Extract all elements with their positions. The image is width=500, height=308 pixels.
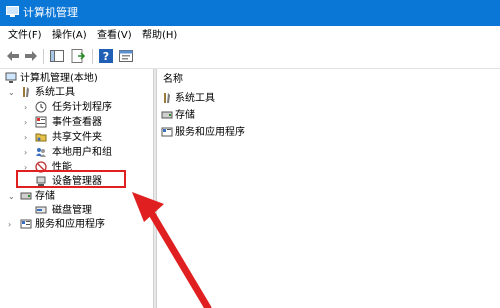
export-list-icon[interactable] <box>70 48 86 64</box>
tree-label: 本地用户和组 <box>52 147 112 158</box>
menu-help[interactable]: 帮助(H) <box>142 29 177 42</box>
list-item-label: 系统工具 <box>175 93 215 104</box>
column-header-name[interactable]: 名称 <box>163 73 183 87</box>
expand-chevron-icon[interactable]: › <box>24 145 32 160</box>
tree-label: 共享文件夹 <box>52 132 102 143</box>
computer-management-icon <box>5 72 17 83</box>
services-icon <box>161 127 173 137</box>
window-title: 计算机管理 <box>23 6 78 19</box>
menu-bar: 文件(F) 操作(A) 查看(V) 帮助(H) <box>0 26 500 45</box>
disk-management-icon <box>35 206 47 214</box>
tools-icon <box>164 93 170 103</box>
menu-view[interactable]: 查看(V) <box>97 29 132 42</box>
properties-icon[interactable] <box>118 48 134 64</box>
storage-icon <box>161 111 173 119</box>
toolbar: ? <box>0 45 500 69</box>
tree-label: 存储 <box>35 191 55 202</box>
tree-label: 任务计划程序 <box>52 102 112 113</box>
expand-chevron-icon[interactable]: › <box>24 115 32 130</box>
highlight-box <box>16 170 126 188</box>
menu-action[interactable]: 操作(A) <box>52 29 87 42</box>
storage-icon <box>20 192 32 200</box>
help-icon[interactable]: ? <box>98 48 114 64</box>
collapse-chevron-icon[interactable]: ⌄ <box>8 189 16 204</box>
tree-label: 系统工具 <box>35 87 75 98</box>
tree-pane: 计算机管理(本地) ⌄ 系统工具 › 任务计划程序 › 事件查看器 › 共享文件… <box>0 69 153 308</box>
collapse-chevron-icon[interactable]: ⌄ <box>8 85 16 100</box>
users-icon <box>36 148 46 157</box>
title-bar: 计算机管理 <box>0 0 500 26</box>
forward-arrow-icon[interactable] <box>23 48 39 64</box>
show-hide-tree-icon[interactable] <box>49 48 65 64</box>
tree-label: 计算机管理(本地) <box>20 73 98 84</box>
services-icon <box>20 219 32 229</box>
svg-text:?: ? <box>103 50 109 63</box>
menu-file[interactable]: 文件(F) <box>8 29 42 42</box>
expand-chevron-icon[interactable]: › <box>8 217 16 232</box>
expand-chevron-icon[interactable]: › <box>24 100 32 115</box>
event-viewer-icon <box>35 116 47 128</box>
shared-folder-icon <box>35 133 47 142</box>
back-arrow-icon[interactable] <box>5 48 21 64</box>
tree-label: 磁盘管理 <box>52 205 92 216</box>
clock-icon <box>35 101 47 113</box>
expand-chevron-icon[interactable]: › <box>24 130 32 145</box>
tree-label: 事件查看器 <box>52 117 102 128</box>
list-item-label: 存储 <box>175 110 195 121</box>
tree-label: 服务和应用程序 <box>35 219 105 230</box>
list-item-label: 服务和应用程序 <box>175 127 245 138</box>
details-pane: 名称 系统工具 存储 服务和应用程序 <box>157 69 500 308</box>
computer-management-icon <box>6 6 19 17</box>
tools-icon <box>23 87 29 97</box>
